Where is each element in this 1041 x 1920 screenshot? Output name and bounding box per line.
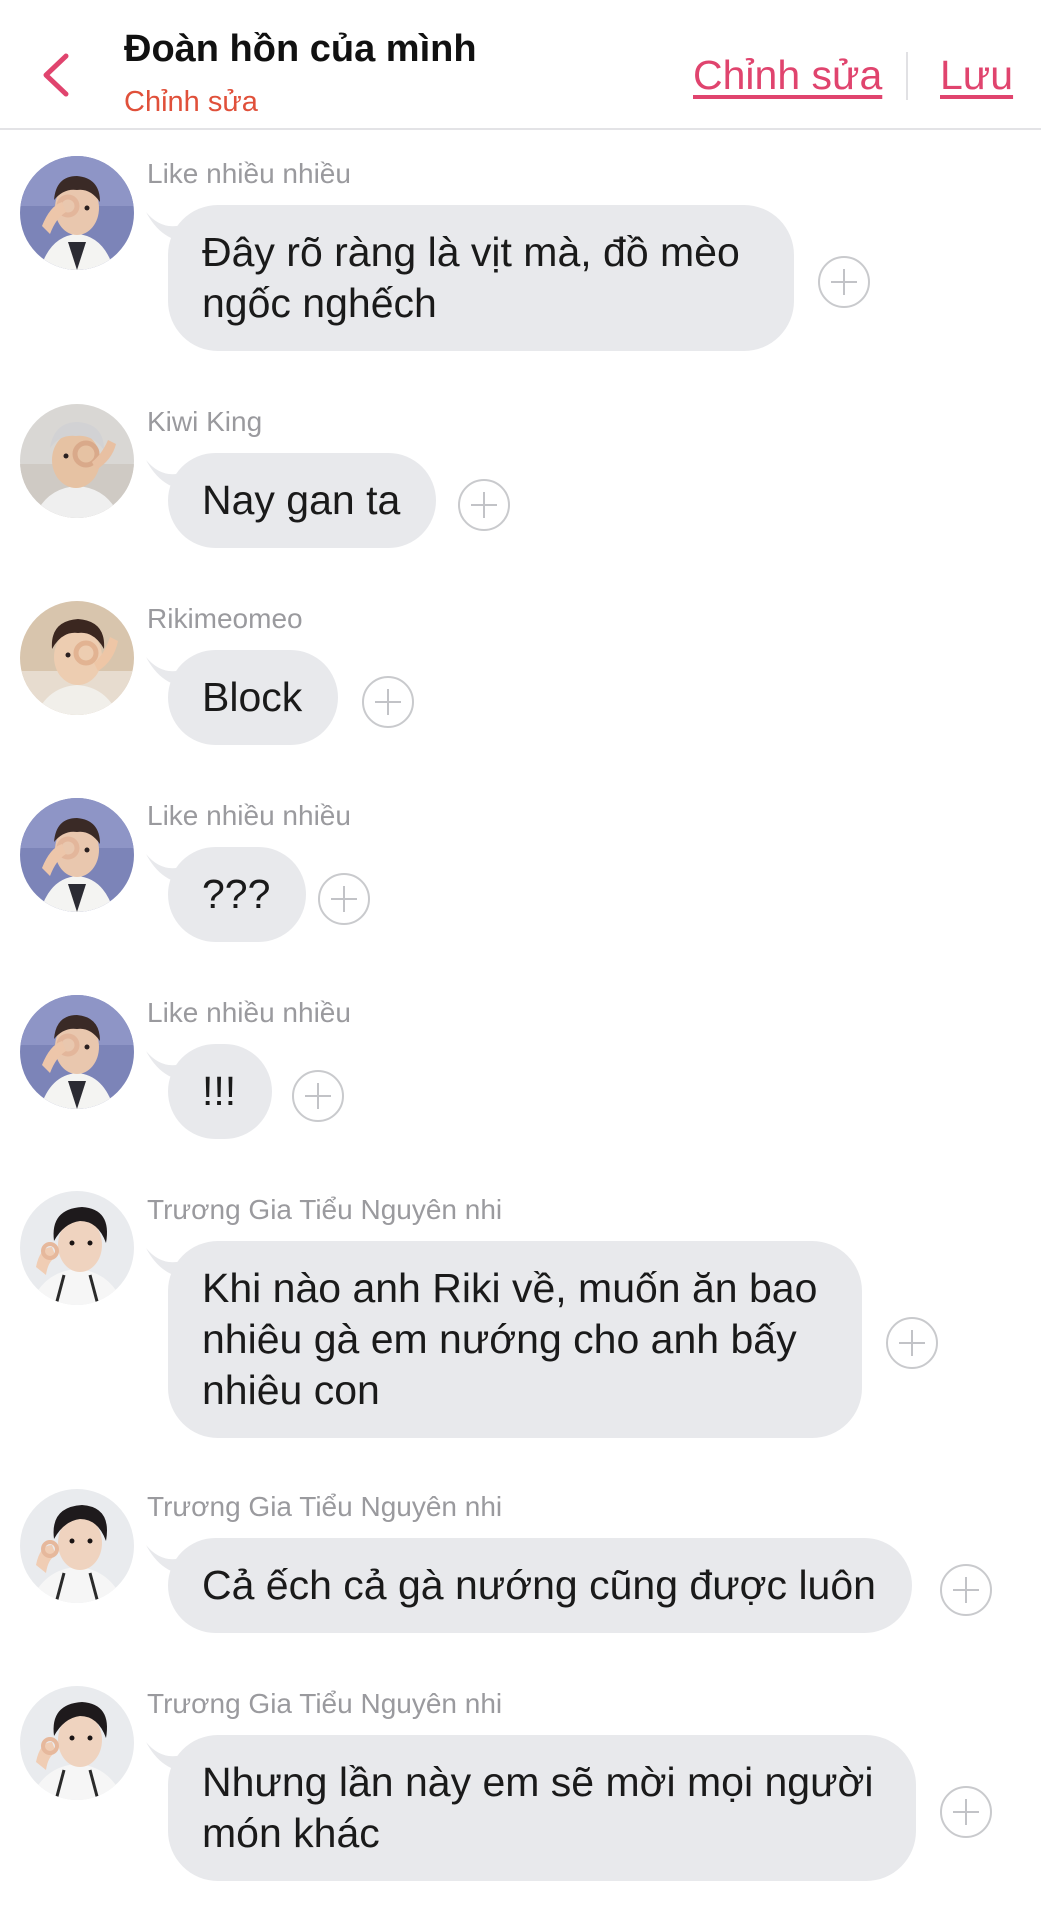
header-divider bbox=[906, 52, 908, 100]
avatar[interactable] bbox=[20, 404, 134, 518]
sender-name: Trương Gia Tiểu Nguyên nhi bbox=[147, 1194, 503, 1225]
chevron-left-icon bbox=[43, 53, 69, 97]
edit-button[interactable]: Chỉnh sửa bbox=[693, 52, 882, 99]
sender-name: Like nhiều nhiều bbox=[147, 158, 351, 189]
add-reaction-icon[interactable] bbox=[458, 479, 510, 531]
avatar[interactable] bbox=[20, 1489, 134, 1603]
message-bubble[interactable]: Nhưng lần này em sẽ mời mọi người món kh… bbox=[168, 1735, 916, 1881]
add-reaction-icon[interactable] bbox=[818, 256, 870, 308]
message-bubble[interactable]: Nay gan ta bbox=[168, 453, 437, 548]
message-bubble[interactable]: !!! bbox=[168, 1044, 273, 1139]
avatar[interactable] bbox=[20, 156, 134, 270]
add-reaction-icon[interactable] bbox=[318, 873, 370, 925]
sender-name: Like nhiều nhiều bbox=[147, 800, 351, 831]
add-reaction-icon[interactable] bbox=[292, 1070, 344, 1122]
avatar[interactable] bbox=[20, 1191, 134, 1305]
avatar[interactable] bbox=[20, 995, 134, 1109]
message-bubble[interactable]: ??? bbox=[168, 847, 307, 942]
message-bubble[interactable]: Cả ếch cả gà nướng cũng được luôn bbox=[168, 1538, 912, 1633]
back-button[interactable] bbox=[36, 50, 76, 100]
page-title: Đoàn hồn của mình bbox=[124, 28, 477, 70]
message-bubble[interactable]: Block bbox=[168, 650, 339, 745]
avatar[interactable] bbox=[20, 798, 134, 912]
sender-name: Trương Gia Tiểu Nguyên nhi bbox=[147, 1688, 503, 1719]
sender-name: Like nhiều nhiều bbox=[147, 997, 351, 1028]
add-reaction-icon[interactable] bbox=[940, 1564, 992, 1616]
sender-name: Trương Gia Tiểu Nguyên nhi bbox=[147, 1491, 503, 1522]
message-bubble[interactable]: Đây rõ ràng là vịt mà, đồ mèo ngốc nghếc… bbox=[168, 205, 794, 351]
add-reaction-icon[interactable] bbox=[886, 1317, 938, 1369]
avatar[interactable] bbox=[20, 601, 134, 715]
sender-name: Kiwi King bbox=[147, 406, 263, 437]
chat-header: Đoàn hồn của mình Chỉnh sửa Chỉnh sửa Lư… bbox=[0, 0, 1041, 130]
add-reaction-icon[interactable] bbox=[362, 676, 414, 728]
avatar[interactable] bbox=[20, 1686, 134, 1800]
sender-name: Rikimeomeo bbox=[147, 603, 303, 634]
message-bubble[interactable]: Khi nào anh Riki về, muốn ăn bao nhiêu g… bbox=[168, 1241, 862, 1438]
add-reaction-icon[interactable] bbox=[940, 1786, 992, 1838]
save-button[interactable]: Lưu bbox=[940, 52, 1013, 99]
page-subtitle: Chỉnh sửa bbox=[124, 86, 258, 118]
